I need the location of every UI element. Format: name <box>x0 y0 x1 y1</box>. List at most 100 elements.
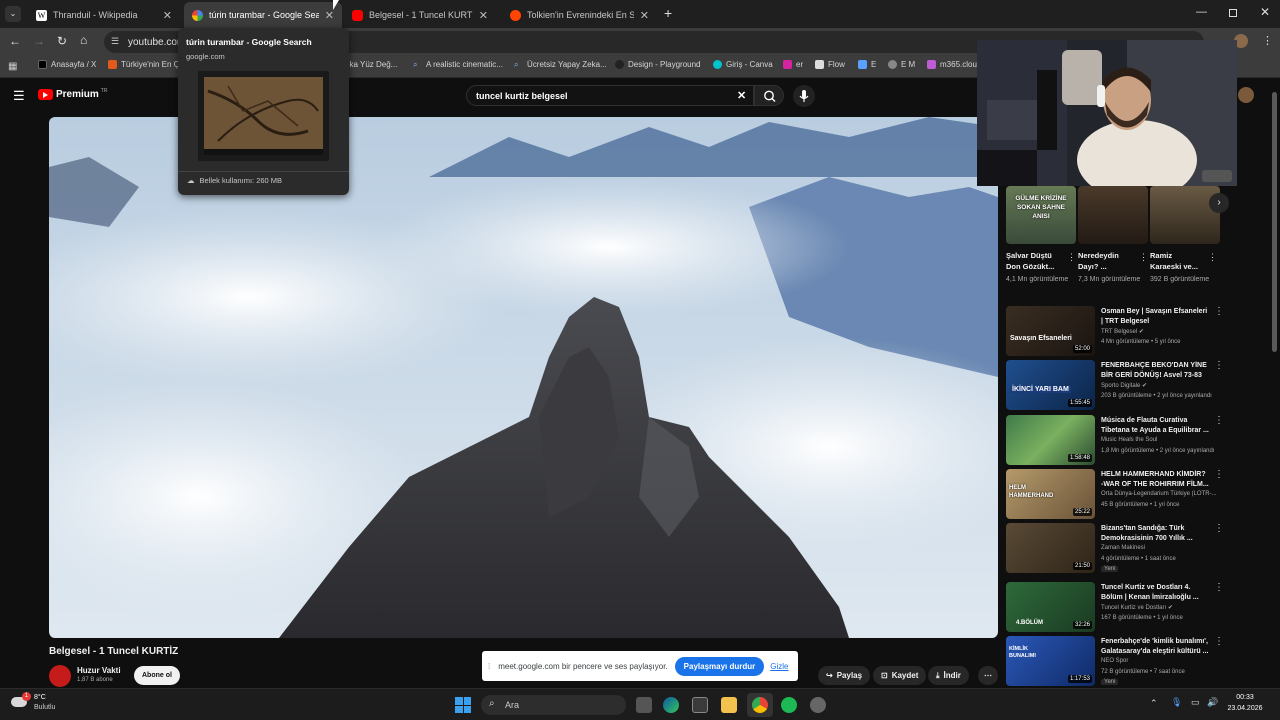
short-item[interactable]: Neredeydin Dayı? ... ⋮ 7,3 Mn görüntülem… <box>1078 186 1148 283</box>
share-button[interactable]: ↪ Paylaş <box>818 666 871 685</box>
chrome-icon[interactable] <box>752 697 768 713</box>
clear-search-icon[interactable]: ✕ <box>737 89 746 102</box>
back-button[interactable]: ← <box>9 34 21 48</box>
video-player[interactable] <box>49 117 998 638</box>
more-options-icon[interactable]: ⋮ <box>1214 636 1224 647</box>
tab-thranduil[interactable]: W Thranduil - Wikipedia ✕ <box>28 2 180 28</box>
apps-icon[interactable]: ▦ <box>8 61 17 72</box>
more-options-icon[interactable]: ⋮ <box>1214 582 1224 593</box>
forward-button[interactable]: → <box>33 34 45 48</box>
windows-start-icon[interactable] <box>455 697 471 713</box>
clock-date[interactable]: 23.04.2026 <box>1219 705 1271 712</box>
bookmark-item[interactable]: E M <box>888 60 915 69</box>
tab-search-button[interactable]: ⌄ <box>5 6 21 22</box>
volume-icon[interactable]: 🔊 <box>1207 697 1218 708</box>
list-item[interactable]: İKİNCİ YARI BAM 1:55:45 FENERBAHÇE BEKO'… <box>1006 360 1226 410</box>
taskbar-search-input[interactable]: ⌕ Ara <box>481 695 626 715</box>
file-explorer-icon[interactable] <box>721 697 737 713</box>
hover-card-preview <box>198 71 329 161</box>
bookmark-item[interactable]: ⌕ A realistic cinematic... <box>413 60 503 69</box>
tab-youtube-belgesel[interactable]: Belgesel - 1 Tuncel KURTİZ - Yo ✕ <box>344 2 496 28</box>
menu-icon[interactable]: ⋮ <box>1262 34 1273 47</box>
more-actions-button[interactable]: ⋯ <box>978 666 998 685</box>
close-window-button[interactable]: ✕ <box>1260 5 1270 19</box>
save-button[interactable]: ⊡ Kaydet <box>873 666 927 685</box>
tab-tolkien[interactable]: Tolkien'in Evrenindeki En Sevdi ✕ <box>502 2 657 28</box>
more-options-icon[interactable]: ⋮ <box>1214 360 1224 371</box>
verified-icon: ✔ <box>1142 383 1148 389</box>
search-button[interactable] <box>754 85 784 106</box>
microphone-tray-icon[interactable]: 🎙 <box>1171 697 1182 708</box>
app-icon[interactable] <box>810 697 826 713</box>
search-input[interactable]: tuncel kurtiz belgesel ✕ <box>466 85 754 106</box>
close-icon[interactable]: ✕ <box>325 9 334 22</box>
hide-link[interactable]: Gizle <box>770 662 788 671</box>
stop-sharing-button[interactable]: Paylaşmayı durdur <box>674 656 765 676</box>
tab-hover-card: túrin turambar - Google Search google.co… <box>178 28 349 195</box>
network-icon[interactable]: ▭ <box>1191 697 1200 708</box>
search-icon: ⌕ <box>514 60 519 69</box>
channel-name: Orta Dünya-Legendarium Türkiye (LOTR-... <box>1101 491 1217 497</box>
bookmark-item[interactable]: E <box>858 60 876 69</box>
bookmark-item[interactable]: m365.cloud <box>927 60 981 69</box>
video-title: Tuncel Kurtiz ve Dostları 4. Bölüm | Ken… <box>1101 584 1199 601</box>
more-options-icon[interactable]: ⋮ <box>1214 469 1224 480</box>
more-options-icon[interactable]: ⋮ <box>1214 415 1224 426</box>
tray-chevron-icon[interactable]: ⌃ <box>1150 698 1158 709</box>
download-button[interactable]: ⤓ İndir <box>928 666 969 685</box>
bookmark-item[interactable]: eka Yüz Değ... <box>345 60 397 69</box>
more-options-icon[interactable]: ⋮ <box>1208 252 1217 263</box>
more-options-icon[interactable]: ⋮ <box>1067 252 1076 263</box>
close-icon[interactable]: ✕ <box>163 9 172 22</box>
hamburger-menu-icon[interactable]: ☰ <box>13 88 25 104</box>
avatar[interactable] <box>1238 87 1254 103</box>
bookmark-item[interactable]: Design - Playground <box>615 60 700 69</box>
short-item[interactable]: Ramiz Karaeski ve... ⋮ 392 B görüntüleme <box>1150 186 1220 283</box>
clock-time[interactable]: 00:33 <box>1219 694 1271 701</box>
short-item[interactable]: GÜLME KRİZİNE SOKAN SAHNE ANISI Şalvar D… <box>1006 186 1076 283</box>
hover-card-divider <box>178 171 349 172</box>
more-options-icon[interactable]: ⋮ <box>1139 252 1148 263</box>
new-tab-button[interactable]: + <box>664 5 672 21</box>
list-item[interactable]: 21:50 Bizans'tan Sandığa: Türk Demokrasi… <box>1006 523 1226 573</box>
reload-button[interactable]: ↻ <box>57 34 67 48</box>
bookmark-item[interactable]: er <box>783 60 803 69</box>
spotify-icon[interactable] <box>781 697 797 713</box>
shorts-next-button[interactable]: › <box>1209 193 1229 213</box>
bookmark-item[interactable]: ⌕ Ücretsiz Yapay Zeka... <box>514 60 607 69</box>
bookmark-item[interactable]: Anasayfa / X <box>38 60 96 69</box>
list-item[interactable]: KİMLİK BUNALIMI 1:17:53 Fenerbahçe'de 'k… <box>1006 636 1226 686</box>
bookmark-item[interactable]: Türkiye'nin En Ç <box>108 60 179 69</box>
memory-icon: ☁ <box>187 176 195 185</box>
more-options-icon[interactable]: ⋮ <box>1214 306 1224 317</box>
restore-button[interactable] <box>1229 9 1237 17</box>
list-item[interactable]: 4.BÖLÜM 32:26 Tuncel Kurtiz ve Dostları … <box>1006 582 1226 632</box>
voice-search-button[interactable] <box>793 85 815 107</box>
drag-handle-icon[interactable]: ⁞ <box>488 662 490 671</box>
scrollbar[interactable] <box>1272 92 1277 352</box>
site-info-icon[interactable]: ☰ <box>111 36 119 47</box>
task-view-icon[interactable] <box>636 697 652 713</box>
more-options-icon[interactable]: ⋮ <box>1214 523 1224 534</box>
bookmark-item[interactable]: Giriş - Canva <box>713 60 773 69</box>
minimize-button[interactable]: — <box>1196 6 1207 18</box>
close-icon[interactable]: ✕ <box>479 9 488 22</box>
list-item[interactable]: Savaşın Efsaneleri 52:00 Osman Bey | Sav… <box>1006 306 1226 356</box>
edge-icon[interactable] <box>663 697 679 713</box>
home-icon[interactable]: ⌂ <box>80 33 87 47</box>
list-item[interactable]: HELM HAMMERHAND 25:22 HELM HAMMERHAND Kİ… <box>1006 469 1226 519</box>
video-frame <box>49 117 998 638</box>
tab-google-search[interactable]: túrin turambar - Google Search ✕ <box>184 2 342 28</box>
store-icon[interactable] <box>692 697 708 713</box>
video-title: HELM HAMMERHAND KİMDİR? -WAR OF THE ROHI… <box>1101 471 1209 488</box>
channel-name[interactable]: Huzur Vakti <box>77 666 121 675</box>
weather-widget[interactable]: 1 8°C Bulutlu <box>10 692 80 716</box>
bookmark-item[interactable]: Flow <box>815 60 845 69</box>
list-item[interactable]: 1:58:48 Música de Flauta Curativa Tibeta… <box>1006 415 1226 465</box>
subscribe-button[interactable]: Abone ol <box>134 666 180 685</box>
thumbnail-overlay-text: Savaşın Efsaneleri <box>1010 335 1072 342</box>
channel-avatar[interactable] <box>49 665 71 687</box>
youtube-logo[interactable]: Premium TR <box>38 88 107 100</box>
close-icon[interactable]: ✕ <box>640 9 649 22</box>
video-title: Música de Flauta Curativa Tibetana te Ay… <box>1101 417 1209 434</box>
